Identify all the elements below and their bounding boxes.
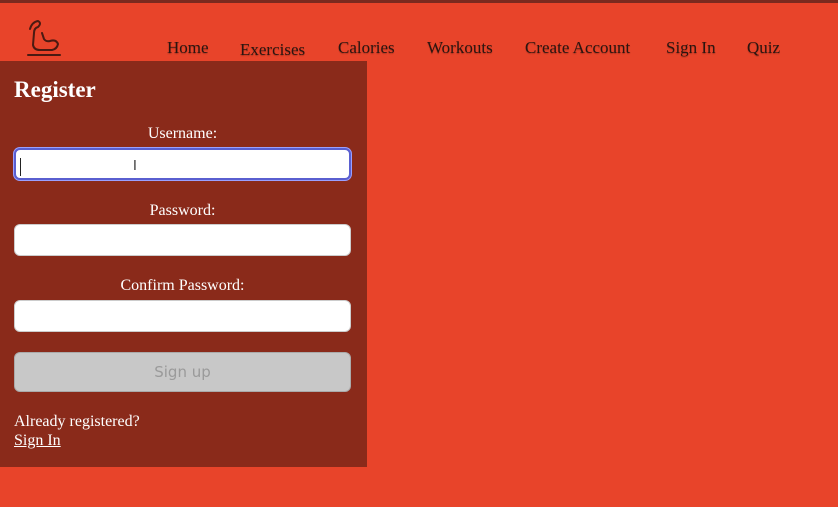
text-caret	[20, 158, 21, 176]
nav-calories[interactable]: Calories	[338, 38, 395, 58]
username-label: Username:	[147, 125, 218, 142]
password-input[interactable]	[14, 224, 351, 256]
confirm-password-input[interactable]	[14, 300, 351, 332]
form-title: Register	[14, 77, 96, 102]
top-border	[0, 0, 838, 3]
register-panel: Register Username: I Password: Confirm P…	[0, 61, 367, 467]
signin-link[interactable]: Sign In	[14, 432, 61, 450]
confirm-password-label: Confirm Password:	[120, 277, 245, 294]
nav-create-account[interactable]: Create Account	[525, 38, 630, 58]
text-cursor-icon: I	[133, 159, 137, 174]
nav-exercises[interactable]: Exercises	[240, 40, 305, 60]
username-input[interactable]	[14, 148, 351, 180]
password-label: Password:	[149, 202, 216, 219]
already-registered-text: Already registered?	[14, 413, 140, 430]
nav-workouts[interactable]: Workouts	[427, 38, 493, 58]
nav-home[interactable]: Home	[167, 38, 209, 58]
flexed-arm-icon[interactable]	[24, 19, 66, 59]
signup-button[interactable]: Sign up	[14, 352, 351, 392]
nav-sign-in[interactable]: Sign In	[666, 38, 716, 58]
nav-quiz[interactable]: Quiz	[747, 38, 780, 58]
